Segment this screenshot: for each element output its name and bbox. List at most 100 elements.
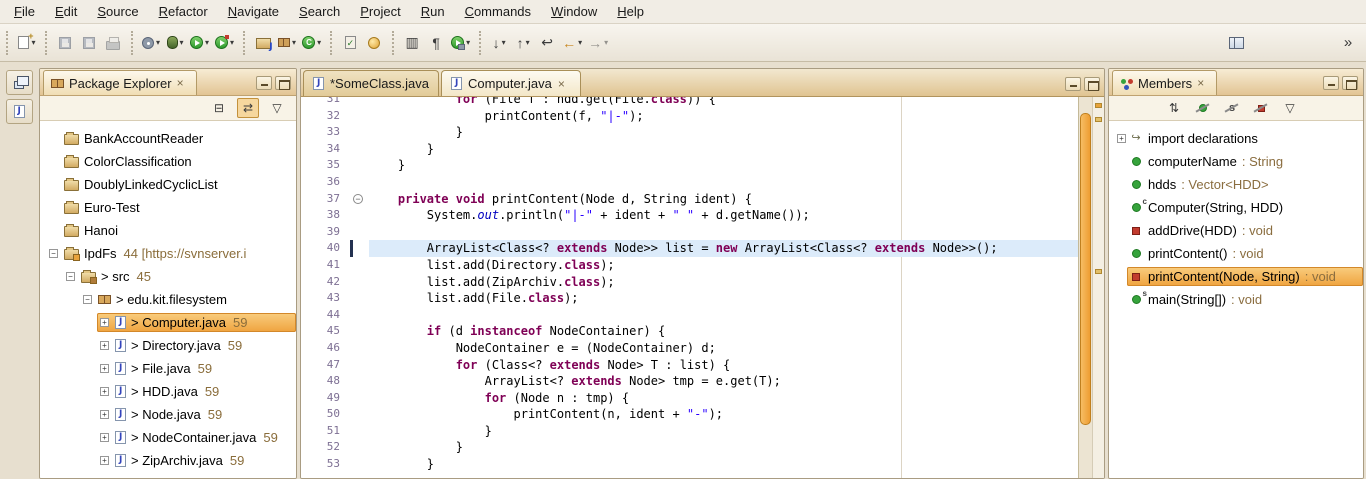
collapse-icon[interactable]: −: [66, 272, 75, 281]
members-tab[interactable]: Members: [1112, 70, 1217, 95]
code-line[interactable]: 37− private void printContent(Node d, St…: [301, 191, 1078, 208]
tree-item[interactable]: BankAccountReader: [40, 127, 296, 150]
line-number[interactable]: 41: [301, 257, 347, 274]
line-number[interactable]: 44: [301, 307, 347, 324]
line-number[interactable]: 53: [301, 456, 347, 473]
fold-column[interactable]: [347, 108, 369, 125]
code-line[interactable]: 53 }: [301, 456, 1078, 473]
package-explorer-tab[interactable]: Package Explorer: [43, 70, 197, 95]
line-number[interactable]: 52: [301, 439, 347, 456]
code-line[interactable]: 45 if (d instanceof NodeContainer) {: [301, 323, 1078, 340]
tree-item[interactable]: Euro-Test: [40, 196, 296, 219]
code-line[interactable]: 36: [301, 174, 1078, 191]
show-whitespace-button[interactable]: ▥: [400, 29, 424, 56]
search-button[interactable]: [362, 29, 386, 56]
line-number[interactable]: 45: [301, 323, 347, 340]
fold-column[interactable]: [347, 174, 369, 191]
line-number[interactable]: 37: [301, 191, 347, 208]
line-number[interactable]: 42: [301, 274, 347, 291]
close-members-icon[interactable]: [1197, 77, 1209, 89]
minimized-view-button[interactable]: [6, 99, 33, 124]
previous-annotation-button[interactable]: ↑▾: [511, 29, 535, 56]
tree-item[interactable]: +> Directory.java59: [40, 334, 296, 357]
editor-scrollbar[interactable]: [1078, 97, 1092, 478]
forward-button[interactable]: →▾: [585, 29, 611, 56]
code-area[interactable]: 31 for (File f : hdd.get(File.class)) {3…: [301, 97, 1078, 478]
code-line[interactable]: 44: [301, 307, 1078, 324]
new-java-project-button[interactable]: [251, 29, 275, 56]
run-button[interactable]: ▾: [187, 29, 212, 56]
menu-commands[interactable]: Commands: [455, 1, 541, 22]
fold-column[interactable]: [347, 207, 369, 224]
fold-column[interactable]: [347, 340, 369, 357]
code-line[interactable]: 31 for (File f : hdd.get(File.class)) {: [301, 97, 1078, 108]
fold-column[interactable]: [347, 157, 369, 174]
maximize-members-button[interactable]: [1342, 76, 1358, 90]
fold-column[interactable]: [347, 390, 369, 407]
member-item[interactable]: printContent() : void: [1109, 242, 1363, 265]
line-number[interactable]: 38: [301, 207, 347, 224]
code-line[interactable]: 46 NodeContainer e = (NodeContainer) d;: [301, 340, 1078, 357]
tree-item[interactable]: +> File.java59: [40, 357, 296, 380]
scrollbar-thumb[interactable]: [1080, 113, 1091, 425]
print-button[interactable]: [101, 29, 125, 56]
member-item[interactable]: hdds : Vector<HDD>: [1109, 173, 1363, 196]
code-line[interactable]: 33 }: [301, 124, 1078, 141]
code-line[interactable]: 40 ArrayList<Class<? extends Node>> list…: [301, 240, 1078, 257]
fold-column[interactable]: [347, 224, 369, 241]
menu-run[interactable]: Run: [411, 1, 455, 22]
external-tools-button[interactable]: ▾: [448, 29, 473, 56]
line-number[interactable]: 35: [301, 157, 347, 174]
code-line[interactable]: 51 }: [301, 423, 1078, 440]
line-number[interactable]: 51: [301, 423, 347, 440]
menu-edit[interactable]: Edit: [45, 1, 87, 22]
code-line[interactable]: 52 }: [301, 439, 1078, 456]
maximize-editor-button[interactable]: [1084, 77, 1100, 91]
hide-fields-button[interactable]: [1192, 98, 1214, 118]
debug-button[interactable]: ▾: [163, 29, 187, 56]
line-number[interactable]: 39: [301, 224, 347, 241]
expand-icon[interactable]: +: [100, 364, 109, 373]
code-line[interactable]: 32 printContent(f, "|-");: [301, 108, 1078, 125]
member-item[interactable]: printContent(Node, String) : void: [1109, 265, 1363, 288]
fold-column[interactable]: [347, 240, 369, 257]
build-button[interactable]: ▾: [139, 29, 163, 56]
code-line[interactable]: 35 }: [301, 157, 1078, 174]
tree-item[interactable]: +> Computer.java59: [40, 311, 296, 334]
minimize-editor-button[interactable]: [1065, 77, 1081, 91]
editor-tab[interactable]: Computer.java: [441, 70, 581, 96]
line-number[interactable]: 36: [301, 174, 347, 191]
new-class-button[interactable]: ▾: [299, 29, 324, 56]
close-view-icon[interactable]: [177, 77, 189, 89]
collapse-icon[interactable]: −: [83, 295, 92, 304]
menu-help[interactable]: Help: [607, 1, 654, 22]
menu-window[interactable]: Window: [541, 1, 607, 22]
sort-button[interactable]: ⇅: [1163, 98, 1185, 118]
code-line[interactable]: 50 printContent(n, ident + "-");: [301, 406, 1078, 423]
code-line[interactable]: 43 list.add(File.class);: [301, 290, 1078, 307]
fold-column[interactable]: [347, 141, 369, 158]
menu-search[interactable]: Search: [289, 1, 350, 22]
collapse-icon[interactable]: −: [49, 249, 58, 258]
expand-icon[interactable]: +: [100, 433, 109, 442]
line-number[interactable]: 32: [301, 108, 347, 125]
fold-column[interactable]: [347, 439, 369, 456]
fold-column[interactable]: [347, 373, 369, 390]
code-line[interactable]: 47 for (Class<? extends Node> T : list) …: [301, 357, 1078, 374]
fold-column[interactable]: [347, 97, 369, 108]
member-item[interactable]: addDrive(HDD) : void: [1109, 219, 1363, 242]
member-item[interactable]: cComputer(String, HDD): [1109, 196, 1363, 219]
tree-item[interactable]: +> NodeContainer.java59: [40, 426, 296, 449]
hide-static-button[interactable]: s: [1221, 98, 1243, 118]
hide-non-public-button[interactable]: [1250, 98, 1272, 118]
tree-item[interactable]: DoublyLinkedCyclicList: [40, 173, 296, 196]
line-number[interactable]: 33: [301, 124, 347, 141]
line-number[interactable]: 49: [301, 390, 347, 407]
fold-column[interactable]: [347, 124, 369, 141]
collapse-all-button[interactable]: ⊟: [208, 98, 230, 118]
next-annotation-button[interactable]: ↓▾: [487, 29, 511, 56]
code-line[interactable]: 38 System.out.println("|-" + ident + " "…: [301, 207, 1078, 224]
close-tab-icon[interactable]: [558, 77, 571, 91]
save-all-button[interactable]: [77, 29, 101, 56]
expand-icon[interactable]: +: [1117, 134, 1126, 143]
